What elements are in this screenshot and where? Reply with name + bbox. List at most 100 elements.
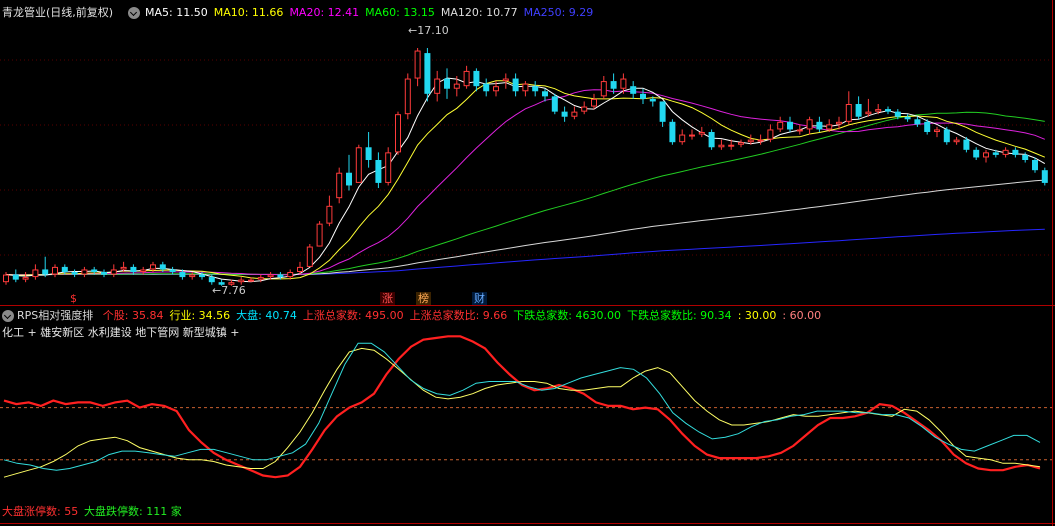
candle-71: [698, 126, 705, 138]
candle-65: [640, 88, 646, 104]
ma-value-5: MA250: 9.29: [523, 6, 594, 19]
candle-68: [669, 119, 676, 145]
candle-7: [71, 269, 78, 278]
event-tag-zhang[interactable]: 涨: [380, 292, 395, 305]
indicator-stat-0: 个股: 35.84: [102, 309, 164, 322]
indicator-stat-7: : 30.00: [737, 309, 777, 322]
candle-86: [845, 91, 852, 125]
candle-82: [806, 116, 813, 135]
candle-body: [22, 277, 29, 280]
stock-title: 青龙管业(日线,前复权): [2, 6, 114, 19]
candle-45: [444, 68, 450, 99]
candle-90: [885, 106, 891, 115]
candle-41: [404, 73, 411, 120]
candle-92: [904, 114, 911, 122]
candle-body: [620, 78, 627, 89]
candle-body: [522, 83, 529, 92]
candle-body: [355, 147, 362, 183]
rps-series-2: [3, 342, 1041, 471]
candle-80: [787, 116, 793, 132]
candle-body: [738, 142, 744, 145]
kline-chart[interactable]: [0, 0, 1055, 526]
candle-52: [512, 73, 519, 97]
candle-42: [414, 48, 421, 87]
candle-body: [257, 277, 264, 280]
candle-body: [659, 101, 666, 122]
candle-99: [973, 147, 980, 160]
candle-body: [493, 86, 499, 92]
candle-body: [679, 134, 686, 143]
candle-96: [943, 126, 950, 145]
candle-body: [855, 104, 862, 117]
candle-body: [365, 147, 372, 160]
candle-body: [865, 111, 872, 115]
candle-body: [346, 172, 352, 186]
candle-body: [267, 274, 274, 278]
candle-body: [924, 121, 931, 132]
candle-body: [581, 106, 588, 112]
candle-body: [767, 129, 774, 140]
indicator-stat-2: 大盘: 40.74: [236, 309, 297, 322]
candle-body: [130, 266, 137, 272]
event-tag-cai[interactable]: 财: [472, 292, 487, 305]
candle-body: [414, 50, 421, 79]
ma-legend: MA5: 11.50 MA10: 11.66 MA20: 12.41 MA60: 13…: [145, 6, 593, 20]
candle-body: [424, 53, 431, 94]
candle-body: [248, 279, 254, 282]
ma-value-2: MA20: 12.41: [289, 6, 360, 19]
candle-body: [385, 152, 392, 183]
candle-body: [728, 144, 735, 147]
candle-body: [992, 152, 999, 155]
candle-59: [581, 101, 588, 115]
candle-body: [718, 144, 725, 148]
candle-58: [571, 106, 578, 120]
candle-6: [61, 264, 68, 275]
ma-value-0: MA5: 11.50: [145, 6, 208, 19]
candle-102: [1002, 147, 1009, 158]
candle-31: [306, 244, 313, 267]
chevron-down-icon[interactable]: [128, 7, 140, 19]
indicator-stat-4: 上涨总家数比: 9.66: [409, 309, 508, 322]
candle-body: [708, 132, 715, 148]
candle-body: [140, 269, 147, 273]
candle-53: [522, 81, 529, 97]
candle-43: [424, 48, 431, 102]
candle-73: [718, 139, 725, 150]
candle-40: [395, 111, 401, 155]
event-tag-bang[interactable]: 榜: [416, 292, 431, 305]
candle-body: [375, 160, 382, 183]
candle-body: [101, 272, 107, 275]
candle-body: [208, 277, 215, 283]
candle-2: [22, 272, 29, 283]
candle-body: [796, 129, 803, 132]
candle-body: [1041, 170, 1048, 183]
candle-54: [532, 81, 539, 97]
candle-body: [110, 269, 117, 275]
candle-77: [757, 134, 764, 145]
limit-down-count: 大盘跌停数: 111 家: [84, 505, 182, 518]
candle-body: [473, 70, 480, 87]
candle-19: [189, 272, 196, 280]
candle-body: [561, 111, 568, 117]
candle-56: [551, 93, 558, 115]
candle-body: [3, 274, 9, 283]
candle-body: [649, 98, 656, 102]
chevron-down-icon-indicator[interactable]: [2, 310, 14, 322]
candle-body: [32, 269, 39, 278]
candle-body: [914, 119, 921, 125]
candle-body: [600, 81, 607, 97]
event-marker-s[interactable]: $: [68, 292, 79, 305]
candle-35: [346, 154, 352, 191]
limit-up-count: 大盘涨停数: 55: [2, 505, 79, 518]
candle-93: [914, 116, 921, 127]
rps-series-1: [3, 347, 1041, 478]
candle-81: [796, 124, 803, 135]
candle-88: [865, 98, 872, 117]
candle-body: [52, 266, 58, 275]
candle-87: [855, 96, 862, 120]
candle-body: [61, 266, 68, 272]
candle-103: [1012, 147, 1019, 158]
candle-14: [140, 266, 147, 275]
candle-11: [110, 264, 117, 278]
candle-body: [542, 91, 548, 97]
